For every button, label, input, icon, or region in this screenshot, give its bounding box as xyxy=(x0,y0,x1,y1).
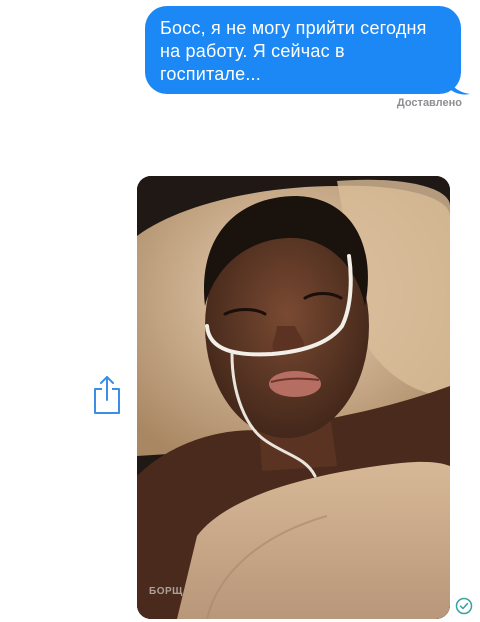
message-text: Босс, я не могу прийти сегодня на работу… xyxy=(160,18,427,84)
bubble-tail xyxy=(446,70,470,95)
share-icon[interactable] xyxy=(92,374,122,416)
delivery-status: Доставлено xyxy=(396,97,462,109)
photo-watermark: БОРЩ xyxy=(149,586,183,597)
check-circle-icon xyxy=(455,597,473,615)
photo-image xyxy=(137,176,450,619)
photo-attachment[interactable]: БОРЩ xyxy=(137,176,450,619)
message-bubble[interactable]: Босс, я не могу прийти сегодня на работу… xyxy=(145,6,461,94)
